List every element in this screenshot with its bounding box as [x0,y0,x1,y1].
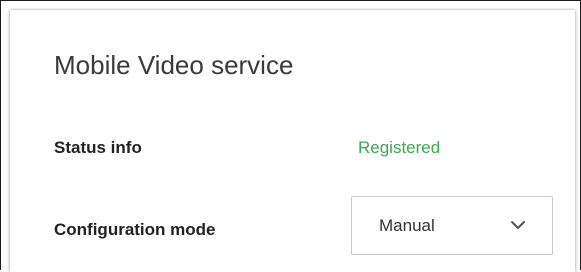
configuration-mode-selected-value: Manual [379,216,435,235]
status-info-value: Registered [358,138,441,157]
panel-title: Mobile Video service [54,50,294,80]
window-frame: Mobile Video service Status info Registe… [0,0,581,272]
status-info-label: Status info [54,138,142,157]
configuration-mode-select[interactable]: Manual [351,196,553,255]
mobile-video-service-panel: Mobile Video service Status info Registe… [10,10,575,272]
configuration-mode-label: Configuration mode [54,220,216,239]
chevron-down-icon [511,221,525,229]
